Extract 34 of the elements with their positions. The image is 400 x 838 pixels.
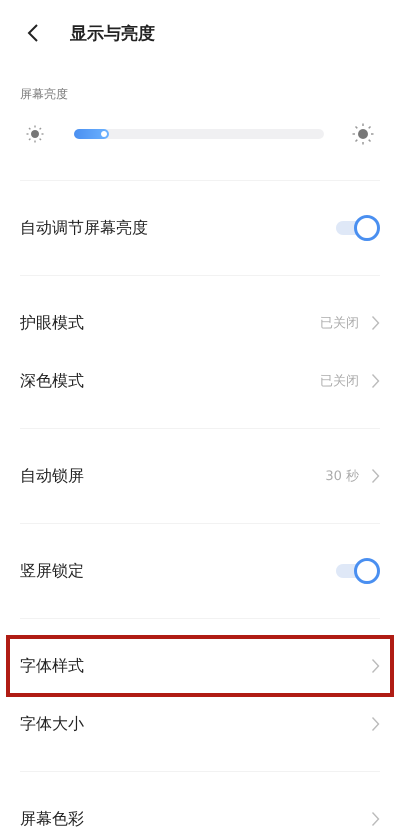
chevron-icon: [371, 373, 380, 389]
back-button[interactable]: [26, 23, 40, 43]
chevron-icon: [371, 468, 380, 484]
settings-row[interactable]: 深色模式 已关闭: [0, 352, 400, 410]
settings-row[interactable]: 屏幕色彩: [0, 790, 400, 838]
chevron-icon: [371, 658, 380, 674]
settings-row[interactable]: 自动锁屏 30 秒: [0, 447, 400, 505]
row-label: 自动锁屏: [20, 466, 84, 486]
row-label: 屏幕色彩: [20, 808, 84, 830]
chevron-icon: [371, 315, 380, 331]
chevron-icon: [371, 811, 380, 827]
settings-row[interactable]: 字体样式: [6, 635, 394, 697]
row-label: 深色模式: [20, 370, 84, 392]
settings-row[interactable]: 自动调节屏幕亮度: [0, 199, 400, 257]
sun-icon: [352, 123, 374, 145]
row-label: 护眼模式: [20, 312, 84, 334]
row-label: 自动调节屏幕亮度: [20, 218, 148, 238]
row-value: 30 秒: [325, 468, 359, 485]
toggle-switch[interactable]: [336, 215, 380, 241]
brightness-slider[interactable]: [74, 129, 324, 139]
row-value: 已关闭: [320, 373, 359, 390]
row-label: 字体大小: [20, 714, 84, 734]
back-icon: [26, 23, 40, 43]
sun-icon: [26, 125, 44, 143]
row-label: 字体样式: [20, 656, 84, 676]
settings-row[interactable]: 竖屏锁定: [0, 542, 400, 600]
settings-row[interactable]: 字体大小: [0, 695, 400, 753]
page-title: 显示与亮度: [70, 22, 155, 44]
row-value: 已关闭: [320, 315, 359, 332]
settings-row[interactable]: 护眼模式 已关闭: [0, 294, 400, 352]
toggle-switch[interactable]: [336, 558, 380, 584]
chevron-icon: [371, 716, 380, 732]
row-label: 竖屏锁定: [20, 560, 84, 582]
section-label: 屏幕亮度: [20, 86, 69, 103]
